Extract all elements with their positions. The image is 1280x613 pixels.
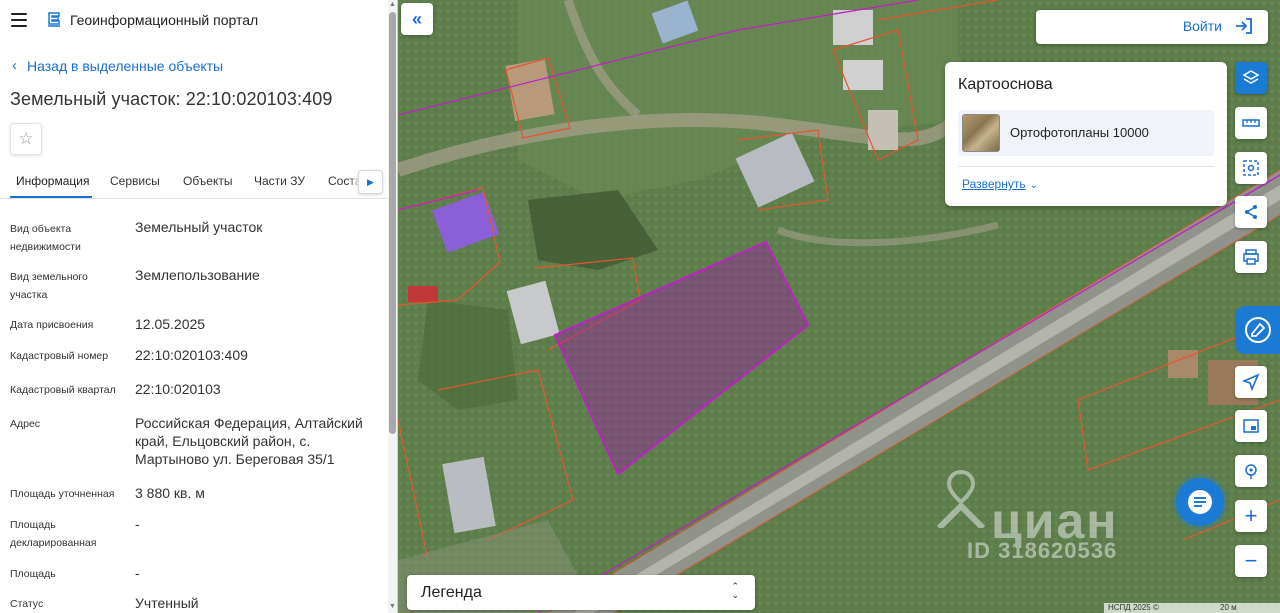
info-label: Кадастровый номер	[10, 350, 109, 362]
caret-right-icon: ▶	[367, 176, 374, 187]
legend-selector[interactable]: Легенда ⌃ ⌄	[407, 575, 755, 610]
info-value: 12.05.2025	[135, 316, 206, 332]
legend-label: Легенда	[421, 584, 482, 601]
star-icon: ☆	[18, 129, 34, 148]
navigation-arrow-icon	[1242, 373, 1260, 391]
select-area-icon	[1243, 160, 1259, 176]
info-value: Учтенный	[135, 595, 199, 611]
tab-objects[interactable]: Объекты	[183, 174, 233, 188]
expand-label: Развернуть	[962, 177, 1026, 191]
updown-chevron-icon: ⌃ ⌄	[731, 581, 739, 600]
login-icon	[1236, 18, 1252, 34]
collapse-panel-button[interactable]: «	[401, 3, 433, 35]
scroll-down-icon[interactable]: ▼	[389, 603, 396, 610]
info-label: Площадь	[10, 568, 56, 580]
geolocation-button[interactable]	[1235, 366, 1267, 398]
area-select-button[interactable]	[1235, 152, 1267, 184]
tab-parcel-parts[interactable]: Части ЗУ	[254, 174, 305, 188]
minus-icon: −	[1244, 548, 1258, 573]
share-icon	[1245, 205, 1257, 219]
map-attribution: НСПД 2025 © 20 м	[1104, 603, 1280, 613]
basemap-item-orthophoto[interactable]: Ортофотопланы 10000	[958, 110, 1214, 156]
menu-icon[interactable]	[11, 13, 27, 27]
watermark-id: ID 318620536	[967, 538, 1118, 563]
feedback-button[interactable]	[1235, 306, 1280, 354]
zoom-in-button[interactable]: +	[1235, 500, 1267, 532]
info-label: Дата присвоения	[10, 319, 94, 331]
info-label: Площадь декларированная	[10, 519, 97, 549]
double-chevron-left-icon: «	[411, 8, 422, 29]
scale-label: 20 м	[1220, 603, 1237, 612]
info-label: Адрес	[10, 418, 41, 430]
info-value: -	[135, 565, 140, 581]
picture-in-picture-icon	[1243, 419, 1259, 433]
minimap-button[interactable]	[1235, 410, 1267, 442]
favorite-button[interactable]: ☆	[10, 123, 42, 155]
info-label: Площадь уточненная	[10, 488, 115, 500]
basemap-thumbnail	[962, 114, 1000, 152]
info-label: Кадастровый квартал	[10, 384, 116, 396]
zoom-out-button[interactable]: −	[1235, 545, 1267, 577]
info-value: -	[135, 516, 140, 532]
expand-basemaps-link[interactable]: Развернуть ⌄	[962, 177, 1038, 191]
info-panel: Геоинформационный портал ‹ Назад в выдел…	[0, 0, 398, 613]
tab-information[interactable]: Информация	[16, 174, 89, 188]
tabs-scroll-right-button[interactable]: ▶	[358, 170, 383, 194]
portal-title: Геоинформационный портал	[70, 12, 259, 28]
share-button[interactable]	[1235, 196, 1267, 228]
chat-bubble-icon	[1188, 490, 1212, 514]
chat-button[interactable]	[1176, 478, 1224, 526]
plus-icon: +	[1244, 503, 1258, 528]
info-value: Землепользование	[135, 267, 260, 283]
chevron-left-icon: ‹	[12, 57, 17, 74]
print-button[interactable]	[1235, 241, 1267, 273]
panel-header: Геоинформационный портал	[0, 0, 388, 42]
info-value: Российская Федерация, Алтайский край, Ел…	[135, 415, 363, 467]
info-label: Статус	[10, 598, 44, 610]
login-button[interactable]: Войти	[1036, 10, 1268, 44]
chevron-down-icon: ⌄	[1029, 180, 1038, 191]
measure-button[interactable]	[1235, 107, 1267, 139]
info-label: Вид земельного участка	[10, 271, 88, 301]
divider	[958, 166, 1214, 167]
login-label: Войти	[1182, 18, 1222, 34]
watermark: циан ID 318620536	[935, 468, 1175, 568]
panel-scrollbar-thumb[interactable]	[389, 12, 396, 434]
layers-button[interactable]	[1235, 62, 1267, 94]
basemap-title: Картооснова	[958, 76, 1053, 93]
feedback-icon	[1244, 317, 1271, 343]
info-value: 3 880 кв. м	[135, 485, 205, 501]
portal-logo-icon	[48, 12, 60, 27]
back-link-label: Назад в выделенные объекты	[27, 57, 224, 74]
scroll-up-icon[interactable]: ▲	[389, 1, 396, 8]
coordinates-button[interactable]	[1235, 455, 1267, 487]
tab-bar: Информация Сервисы Объекты Части ЗУ Сост…	[0, 166, 388, 199]
info-value: 22:10:020103:409	[135, 347, 248, 363]
map-pin-search-icon	[1245, 464, 1257, 479]
info-value: Земельный участок	[135, 219, 263, 235]
attribution-text: НСПД 2025 ©	[1108, 603, 1159, 612]
info-value: 22:10:020103	[135, 381, 221, 397]
printer-icon	[1243, 249, 1259, 265]
active-tab-indicator	[10, 196, 92, 198]
layers-icon	[1242, 70, 1260, 84]
tab-services[interactable]: Сервисы	[110, 174, 160, 188]
page-title: Земельный участок: 22:10:020103:409	[10, 89, 333, 109]
watermark-house-icon	[936, 469, 986, 528]
basemap-panel: Картооснова Ортофотопланы 10000 Разверну…	[945, 62, 1227, 206]
ruler-icon	[1242, 119, 1260, 127]
info-label: Вид объекта недвижимости	[10, 223, 81, 253]
basemap-item-label: Ортофотопланы 10000	[1010, 125, 1149, 140]
back-to-selected-link[interactable]: ‹ Назад в выделенные объекты	[12, 57, 223, 74]
